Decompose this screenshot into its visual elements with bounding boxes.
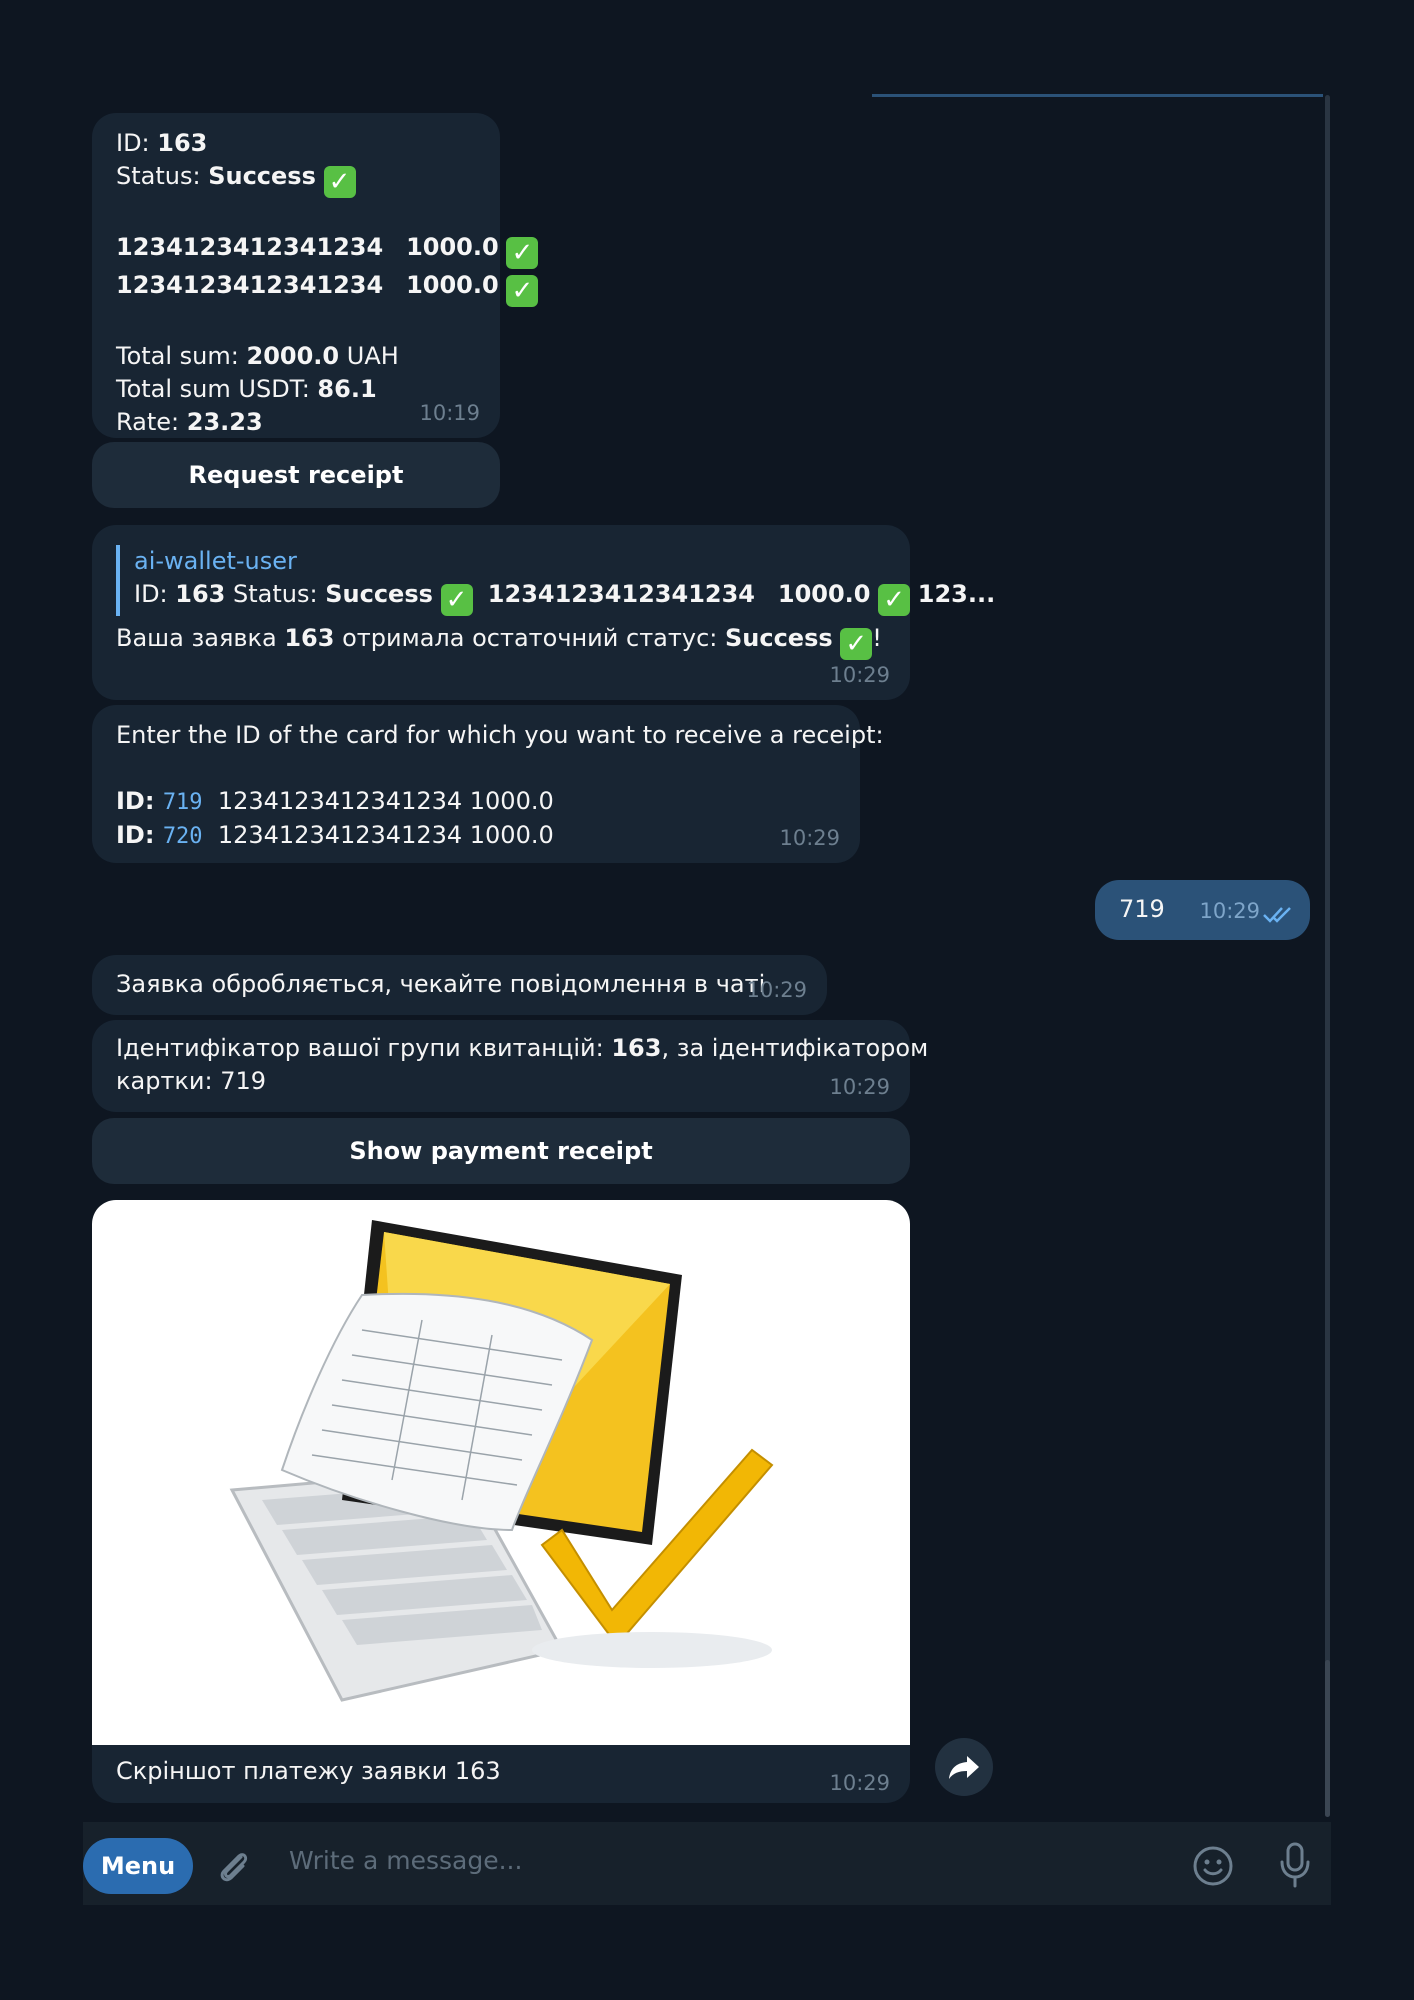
message-time: 10:29 [779, 826, 840, 850]
emoji-icon[interactable] [1191, 1844, 1235, 1888]
check-icon: ✓ [440, 584, 473, 616]
message-time: 10:29 [1199, 899, 1260, 923]
message-input-bar [83, 1822, 1331, 1905]
message-time: 10:29 [829, 663, 890, 687]
card-id-row: ID: 720 1234123412341234 1000.0 [116, 821, 554, 849]
prompt-text: Enter the ID of the card for which you w… [116, 721, 884, 749]
card-id-prompt-message: Enter the ID of the card for which you w… [92, 705, 884, 863]
scrollbar-thumb[interactable] [1325, 1660, 1330, 1817]
status-message: ID: 163 Status: Success ✓ 12341234123412… [92, 113, 539, 438]
receipt-illustration [229, 1220, 774, 1702]
card-id-link[interactable]: 720 [163, 824, 203, 849]
quote-text: ID: 163 Status: Success ✓ 12341234123412… [134, 580, 996, 616]
card-line: 1234123412341234 1000.0 ✓ [116, 269, 539, 307]
reply-quote[interactable]: ai-wallet-user ID: 163 Status: Success ✓… [116, 545, 996, 616]
photo-caption: Скріншот платежу заявки 163 [116, 1757, 501, 1785]
reply-message: ai-wallet-user ID: 163 Status: Success ✓… [92, 525, 996, 700]
receipt-group-message: Ідентифікатор вашої групи квитанцій: 163… [92, 1020, 929, 1112]
card-line: 1234123412341234 1000.0 ✓ [116, 231, 539, 269]
show-payment-receipt-button[interactable]: Show payment receipt [92, 1118, 910, 1184]
request-receipt-button[interactable]: Request receipt [92, 442, 500, 508]
check-icon: ✓ [506, 237, 539, 269]
card-id-link[interactable]: 719 [163, 790, 203, 815]
forward-icon [949, 1756, 979, 1779]
check-icon: ✓ [323, 166, 356, 198]
message-time: 10:29 [746, 978, 807, 1002]
forward-button[interactable] [935, 1738, 993, 1796]
check-icon: ✓ [878, 584, 911, 616]
pinned-divider [872, 94, 1323, 97]
microphone-icon[interactable] [1275, 1840, 1315, 1890]
outgoing-message: 719 10:29 [1095, 880, 1310, 940]
id-line: ID: 163 [116, 129, 208, 157]
reply-text: Ваша заявка 163 отримала остаточний стат… [116, 624, 882, 660]
double-check-icon [1263, 907, 1291, 923]
receipt-group-line1: Ідентифікатор вашої групи квитанцій: 163… [116, 1034, 929, 1062]
check-icon: ✓ [840, 628, 873, 660]
receipt-group-line2: картки: 719 [116, 1067, 267, 1095]
message-time: 10:29 [829, 1771, 890, 1795]
scrollbar-track[interactable] [1325, 95, 1330, 1817]
total-line: Total sum: 2000.0 UAH [116, 342, 399, 370]
receipt-photo[interactable] [92, 1200, 910, 1745]
check-icon: ✓ [506, 275, 539, 307]
status-line: Status: Success ✓ [116, 160, 476, 198]
quote-author: ai-wallet-user [134, 547, 297, 575]
message-time: 10:19 [419, 401, 480, 425]
card-id-row: ID: 719 1234123412341234 1000.0 [116, 787, 554, 815]
processing-text: Заявка обробляється, чекайте повідомленн… [116, 970, 766, 998]
processing-message: Заявка обробляється, чекайте повідомленн… [92, 955, 827, 1015]
message-input[interactable]: Write a message... [289, 1846, 522, 1875]
message-time: 10:29 [829, 1075, 890, 1099]
photo-caption-bubble: Скріншот платежу заявки 163 10:29 [92, 1745, 910, 1803]
menu-button[interactable]: Menu [83, 1838, 193, 1894]
attach-icon[interactable] [213, 1845, 255, 1887]
